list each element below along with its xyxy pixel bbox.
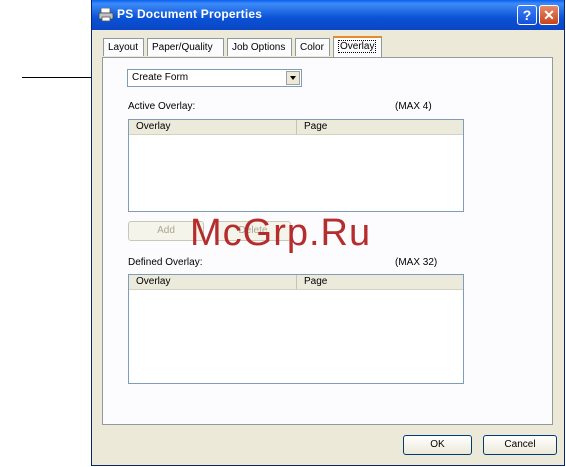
- defined-overlay-list-header: Overlay Page: [129, 275, 463, 290]
- overlay-mode-select[interactable]: Create Form: [127, 69, 302, 87]
- cancel-button[interactable]: Cancel: [483, 435, 557, 455]
- tab-overlay-label: Overlay: [338, 40, 377, 53]
- active-overlay-list[interactable]: Overlay Page: [128, 119, 464, 212]
- title-bar[interactable]: PS Document Properties ? ✕: [92, 0, 564, 30]
- printer-icon: [98, 8, 114, 22]
- defined-overlay-list[interactable]: Overlay Page: [128, 274, 464, 384]
- window-title: PS Document Properties: [117, 7, 263, 21]
- column-header-overlay[interactable]: Overlay: [129, 275, 297, 289]
- active-overlay-max: (MAX 4): [395, 101, 432, 112]
- defined-overlay-label: Defined Overlay:: [128, 257, 203, 268]
- close-button[interactable]: ✕: [539, 5, 559, 25]
- tab-color[interactable]: Color: [295, 38, 330, 56]
- chevron-down-icon[interactable]: [286, 71, 300, 85]
- overlay-mode-value: Create Form: [132, 72, 189, 83]
- column-header-overlay[interactable]: Overlay: [129, 120, 297, 134]
- tab-overlay[interactable]: Overlay: [333, 36, 382, 57]
- column-header-page[interactable]: Page: [297, 275, 463, 289]
- watermark: McGrp.Ru: [190, 212, 372, 254]
- column-header-page[interactable]: Page: [297, 120, 463, 134]
- defined-overlay-max: (MAX 32): [395, 257, 438, 268]
- help-button[interactable]: ?: [517, 5, 537, 25]
- tab-paper-quality[interactable]: Paper/Quality: [147, 38, 224, 56]
- active-overlay-label: Active Overlay:: [128, 101, 196, 112]
- active-overlay-list-header: Overlay Page: [129, 120, 463, 135]
- ok-button[interactable]: OK: [403, 435, 472, 455]
- tab-layout[interactable]: Layout: [103, 38, 144, 56]
- tab-job-options[interactable]: Job Options: [227, 38, 292, 56]
